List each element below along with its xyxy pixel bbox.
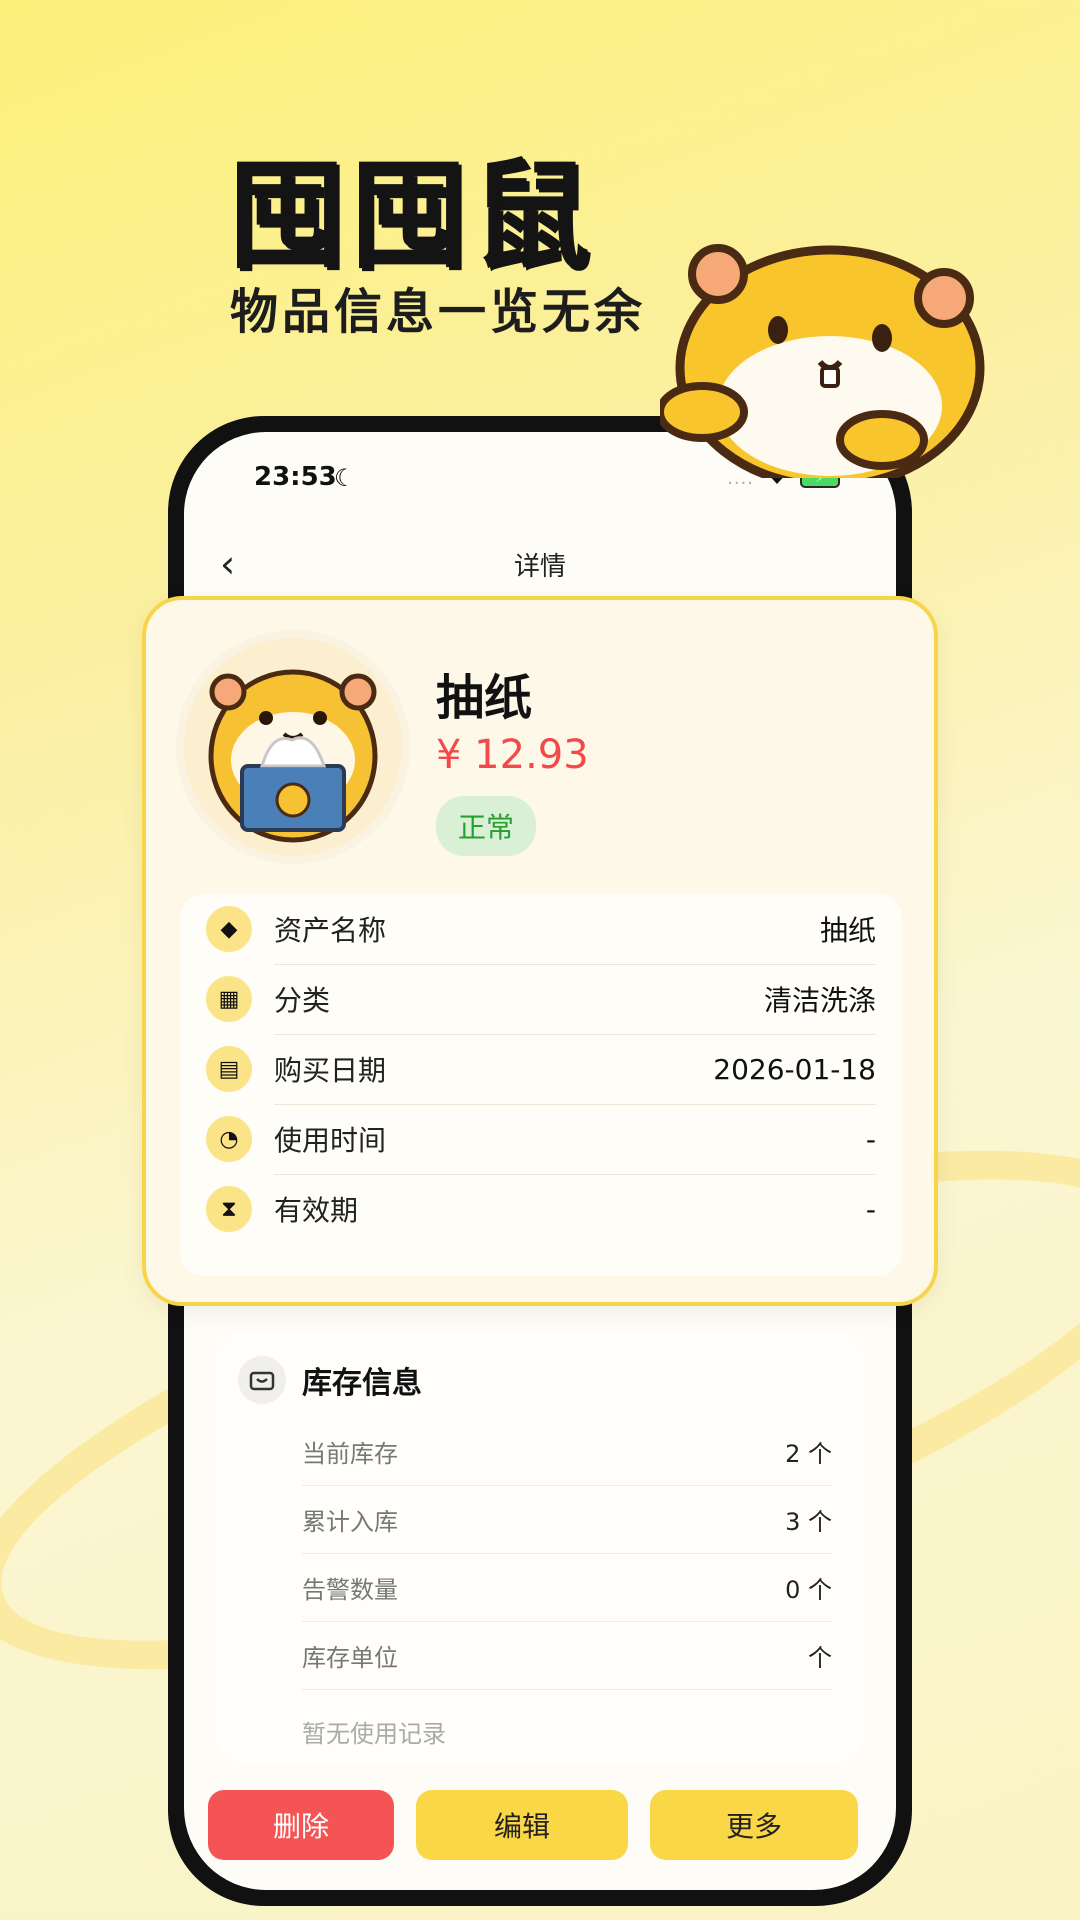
box-icon bbox=[238, 1356, 286, 1404]
info-value: - bbox=[865, 1192, 876, 1226]
alarm-clock-icon: ◔ bbox=[206, 1116, 252, 1162]
hamster-mascot-icon bbox=[660, 244, 985, 478]
stock-label: 库存单位 bbox=[302, 1644, 398, 1672]
stock-label: 告警数量 bbox=[302, 1576, 398, 1604]
page-title: 详情 bbox=[513, 552, 566, 582]
info-label: 有效期 bbox=[274, 1194, 359, 1227]
info-label: 分类 bbox=[274, 984, 331, 1017]
stock-header: 库存信息 bbox=[238, 1356, 422, 1404]
stock-value: 个 bbox=[808, 1644, 832, 1672]
info-row-expiry: ⧗ 有效期 - bbox=[206, 1174, 876, 1244]
item-price: ¥ 12.93 bbox=[436, 732, 589, 778]
stock-rows: 当前库存 2 个 累计入库 3 个 告警数量 0 个 库存单位 个 bbox=[302, 1418, 832, 1690]
status-badge: 正常 bbox=[436, 796, 537, 856]
category-grid-icon: ▦ bbox=[206, 976, 252, 1022]
stock-info-card: 库存信息 当前库存 2 个 累计入库 3 个 告警数量 0 个 库存单位 个 暂… bbox=[216, 1332, 864, 1762]
status-time: 23:53 bbox=[254, 462, 337, 492]
edit-button[interactable]: 编辑 bbox=[416, 1790, 628, 1860]
stock-row: 库存单位 个 bbox=[302, 1622, 832, 1690]
item-detail-card: 抽纸 ¥ 12.93 正常 ◆ 资产名称 抽纸 ▦ 分类 清洁洗涤 ▤ 购买日期… bbox=[142, 596, 938, 1306]
stock-value: 3 个 bbox=[785, 1508, 832, 1536]
info-value: 抽纸 bbox=[819, 914, 876, 947]
promo-subtitle: 物品信息一览无余 bbox=[230, 284, 647, 340]
action-bar: 删除 编辑 更多 bbox=[208, 1790, 872, 1860]
info-label: 资产名称 bbox=[274, 914, 387, 947]
info-label: 购买日期 bbox=[274, 1054, 387, 1087]
calendar-icon: ▤ bbox=[206, 1046, 252, 1092]
stock-row: 累计入库 3 个 bbox=[302, 1486, 832, 1554]
info-row-usage-time: ◔ 使用时间 - bbox=[206, 1104, 876, 1174]
info-row-category: ▦ 分类 清洁洗涤 bbox=[206, 964, 876, 1034]
usage-empty-note: 暂无使用记录 bbox=[302, 1720, 446, 1748]
info-value: 清洁洗涤 bbox=[763, 984, 876, 1017]
info-list: ◆ 资产名称 抽纸 ▦ 分类 清洁洗涤 ▤ 购买日期 2026-01-18 ◔ … bbox=[180, 894, 902, 1276]
stock-label: 当前库存 bbox=[302, 1440, 398, 1468]
item-name: 抽纸 bbox=[436, 670, 533, 726]
info-value: 2026-01-18 bbox=[713, 1052, 876, 1086]
info-row-asset-name: ◆ 资产名称 抽纸 bbox=[206, 894, 876, 964]
hourglass-icon: ⧗ bbox=[206, 1186, 252, 1232]
stock-row: 当前库存 2 个 bbox=[302, 1418, 832, 1486]
hamster-tissue-icon bbox=[208, 669, 378, 843]
stock-label: 累计入库 bbox=[302, 1508, 398, 1536]
more-button[interactable]: 更多 bbox=[650, 1790, 858, 1860]
tag-icon: ◆ bbox=[206, 906, 252, 952]
stock-title: 库存信息 bbox=[302, 1366, 422, 1401]
delete-button[interactable]: 删除 bbox=[208, 1790, 394, 1860]
stock-value: 2 个 bbox=[785, 1440, 832, 1468]
stock-value: 0 个 bbox=[785, 1576, 832, 1604]
info-label: 使用时间 bbox=[274, 1124, 387, 1157]
item-avatar bbox=[176, 630, 410, 864]
app-brand-title: 囤囤鼠 bbox=[228, 147, 595, 285]
nav-bar: ‹ 详情 bbox=[184, 532, 896, 592]
moon-icon: ☾ bbox=[334, 464, 356, 492]
stock-row: 告警数量 0 个 bbox=[302, 1554, 832, 1622]
info-row-purchase-date: ▤ 购买日期 2026-01-18 bbox=[206, 1034, 876, 1104]
info-value: - bbox=[865, 1122, 876, 1156]
